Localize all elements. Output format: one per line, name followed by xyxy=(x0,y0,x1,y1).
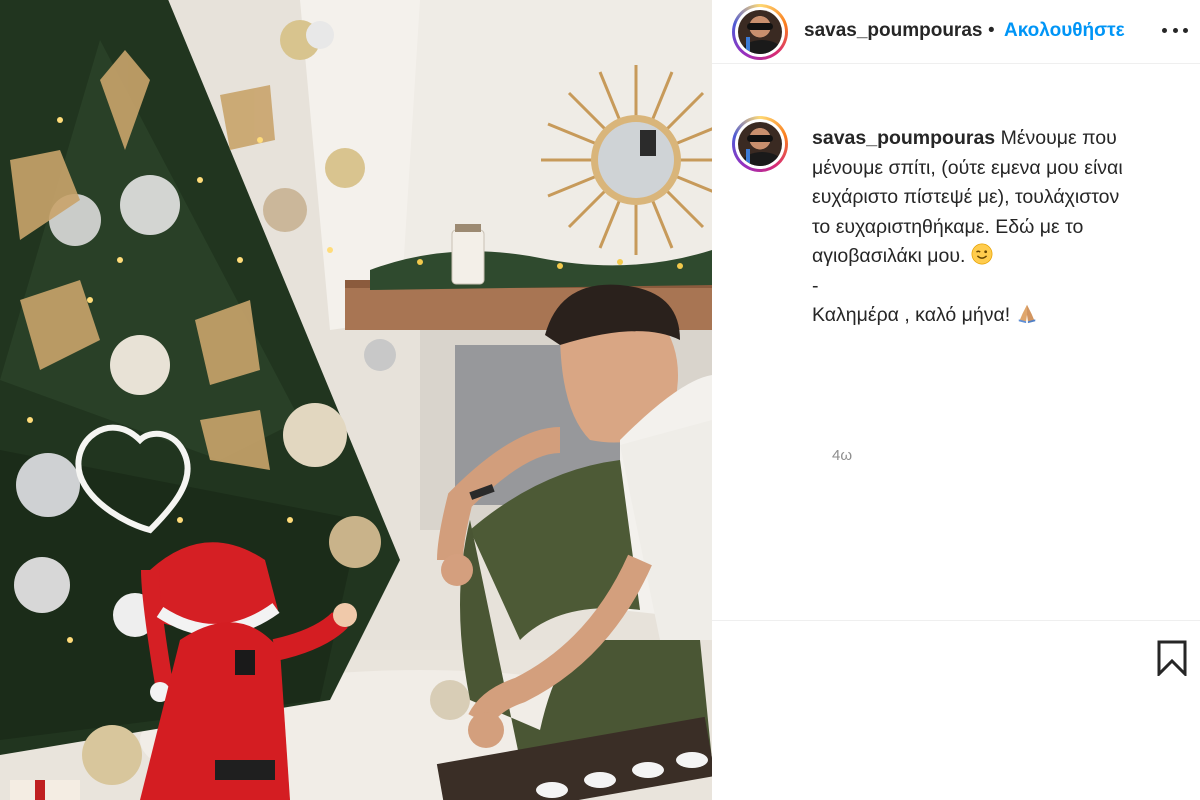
caption-line: Μένουμε που xyxy=(1000,127,1117,149)
more-options-icon[interactable] xyxy=(1162,18,1188,42)
post-header: savas_poumpouras • Ακολουθήστε xyxy=(712,0,1200,64)
smiling-face-emoji xyxy=(971,243,993,265)
folded-hands-emoji xyxy=(1018,304,1035,324)
post-timestamp[interactable]: 4ω xyxy=(832,447,852,464)
avatar-image xyxy=(738,122,782,166)
photo-illustration xyxy=(0,0,712,800)
caption-username[interactable]: savas_poumpouras xyxy=(812,127,995,149)
post-sidebar: savas_poumpouras • Ακολουθήστε savas_pou… xyxy=(712,0,1200,800)
caption-line: μένουμε σπίτι, (ούτε εμενα μου είναι xyxy=(812,156,1123,179)
post-photo[interactable] xyxy=(0,0,712,800)
caption-line: το ευχαριστηθήκαμε. Εδώ με το xyxy=(812,215,1084,238)
caption-line: ευχάριστο πίστεψέ με), τουλάχιστον xyxy=(812,186,1120,208)
follow-button[interactable]: Ακολουθήστε xyxy=(1004,20,1125,42)
caption-avatar[interactable] xyxy=(732,116,788,172)
caption-line: Καλημέρα , καλό μήνα! xyxy=(812,304,1011,326)
caption-text: savas_poumpouras Μένουμε που μένουμε σπί… xyxy=(812,124,1182,331)
header-separator: • xyxy=(988,20,995,41)
profile-avatar[interactable] xyxy=(732,4,788,60)
actions-divider xyxy=(712,620,1200,621)
bookmark-icon[interactable] xyxy=(1156,640,1188,676)
avatar-image xyxy=(738,10,782,54)
header-username[interactable]: savas_poumpouras xyxy=(804,20,986,42)
caption-line: - xyxy=(812,274,819,297)
caption-line: αγιοβασιλάκι μου. xyxy=(812,245,966,267)
